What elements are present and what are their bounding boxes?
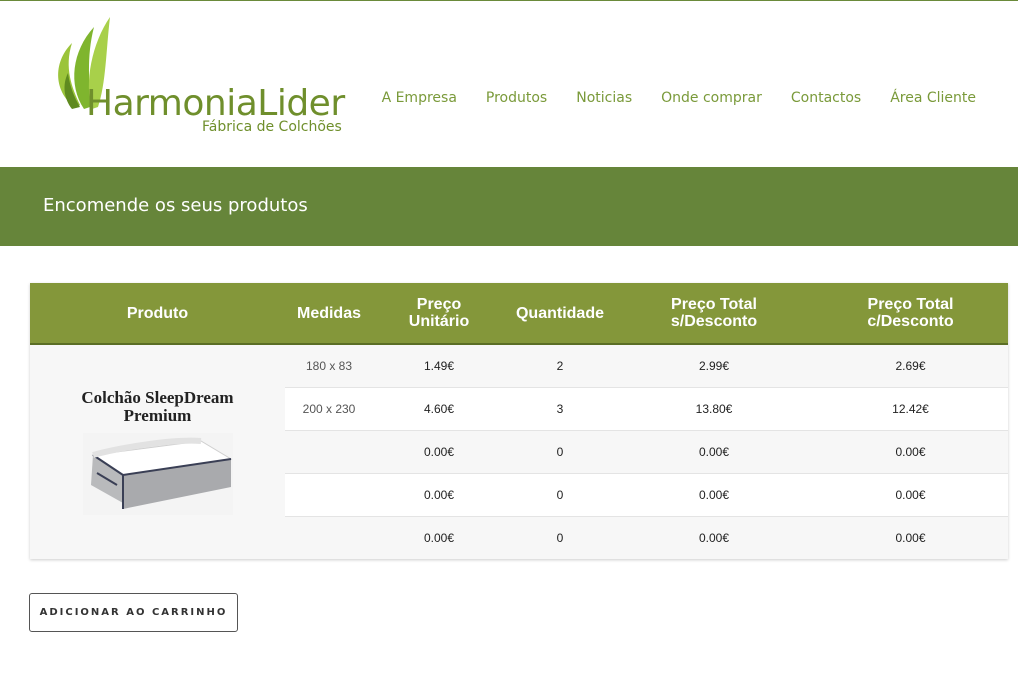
- cell-medidas: [285, 430, 373, 474]
- col-header-total-com-desconto: Preço Total c/Desconto: [813, 283, 1008, 345]
- cell-preco-unitario: 0.00€: [373, 473, 505, 517]
- logo[interactable]: HarmoniaLider Fábrica de Colchões: [50, 13, 360, 138]
- cell-medidas: [285, 473, 373, 517]
- cell-preco-unitario: 0.00€: [373, 430, 505, 474]
- table-header-row: Produto Medidas Preço Unitário Quantidad…: [30, 283, 1008, 345]
- col-header-medidas: Medidas: [285, 283, 373, 345]
- cell-total-sem-desconto: 0.00€: [615, 430, 813, 474]
- col-header-produto: Produto: [30, 283, 285, 345]
- order-table: Produto Medidas Preço Unitário Quantidad…: [30, 283, 1008, 559]
- col-header-total-cd-line2: c/Desconto: [867, 313, 954, 330]
- cell-quantidade[interactable]: 0: [505, 516, 615, 559]
- nav-item-noticias[interactable]: Noticias: [576, 90, 632, 106]
- cell-total-sem-desconto: 0.00€: [615, 516, 813, 559]
- col-header-preco-unitario: Preço Unitário: [373, 283, 505, 345]
- logo-tagline: Fábrica de Colchões: [202, 119, 342, 135]
- product-cell: Colchão SleepDream Premium: [30, 344, 285, 559]
- nav-item-contactos[interactable]: Contactos: [791, 90, 861, 106]
- cell-medidas: [285, 516, 373, 559]
- col-header-total-sem-desconto: Preço Total s/Desconto: [615, 283, 813, 345]
- nav-item-produtos[interactable]: Produtos: [486, 90, 547, 106]
- cell-medidas: 180 x 83: [285, 343, 373, 388]
- cell-total-com-desconto: 0.00€: [813, 473, 1008, 517]
- cell-medidas: 200 x 230: [285, 387, 373, 431]
- cell-quantidade[interactable]: 0: [505, 430, 615, 474]
- col-header-total-sd-line1: Preço Total: [671, 296, 757, 313]
- col-header-total-sd-line2: s/Desconto: [670, 313, 758, 330]
- table-row: Colchão SleepDream Premium 180 x 83 1.49…: [30, 343, 1008, 559]
- cell-quantidade[interactable]: 3: [505, 387, 615, 431]
- cell-total-sem-desconto: 0.00€: [615, 473, 813, 517]
- col-header-total-cd-line1: Preço Total: [867, 296, 954, 313]
- cell-quantidade[interactable]: 0: [505, 473, 615, 517]
- cell-preco-unitario: 0.00€: [373, 516, 505, 559]
- mattress-image[interactable]: [82, 433, 233, 515]
- nav-item-onde-comprar[interactable]: Onde comprar: [661, 90, 762, 106]
- col-header-preco-unitario-line2: Unitário: [408, 313, 470, 330]
- page-title: Encomende os seus produtos: [43, 195, 308, 216]
- logo-name: HarmoniaLider: [86, 83, 345, 124]
- cell-total-sem-desconto: 2.99€: [615, 343, 813, 388]
- page-banner: Encomende os seus produtos: [0, 167, 1018, 246]
- cell-total-com-desconto: 0.00€: [813, 430, 1008, 474]
- main-nav: A Empresa Produtos Noticias Onde comprar…: [353, 90, 976, 106]
- nav-item-a-empresa[interactable]: A Empresa: [382, 90, 457, 106]
- cell-quantidade[interactable]: 2: [505, 343, 615, 388]
- cell-preco-unitario: 4.60€: [373, 387, 505, 431]
- nav-item-area-cliente[interactable]: Área Cliente: [890, 90, 976, 106]
- cell-total-com-desconto: 0.00€: [813, 516, 1008, 559]
- cell-preco-unitario: 1.49€: [373, 343, 505, 388]
- cell-total-com-desconto: 12.42€: [813, 387, 1008, 431]
- cell-total-sem-desconto: 13.80€: [615, 387, 813, 431]
- product-name: Colchão SleepDream Premium: [81, 388, 234, 425]
- site-header: HarmoniaLider Fábrica de Colchões A Empr…: [0, 1, 1018, 167]
- add-to-cart-button[interactable]: ADICIONAR AO CARRINHO: [29, 593, 238, 632]
- cell-total-com-desconto: 2.69€: [813, 343, 1008, 388]
- col-header-quantidade: Quantidade: [505, 283, 615, 345]
- col-header-preco-unitario-line1: Preço: [416, 296, 462, 313]
